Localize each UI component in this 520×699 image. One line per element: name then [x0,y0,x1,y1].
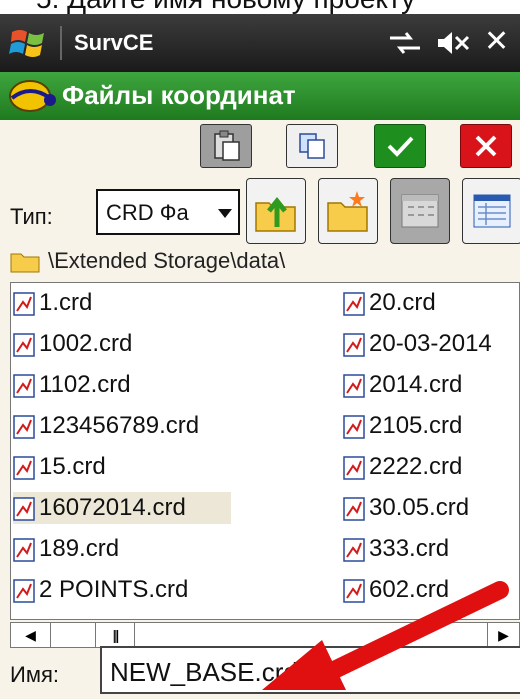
folder-up-icon [255,196,296,232]
copy-button[interactable] [286,124,338,168]
surveyor-helmet-icon [9,80,56,112]
crd-file-icon [343,456,365,480]
cancel-x-icon [475,135,497,157]
type-label: Тип: [10,204,53,229]
taskbar-separator [60,26,62,60]
file-name: 1.crd [39,289,93,316]
file-list-item[interactable]: 2222.crd [343,451,519,483]
taskbar: SurvCE ✕ [0,14,520,72]
scroll-thumb[interactable]: ||| [95,623,135,647]
list-view-icon [401,194,439,228]
file-list-item[interactable]: 15.crd [13,451,231,483]
file-list-item[interactable]: 2 POINTS.crd [13,574,231,606]
ok-check-icon [387,136,414,157]
file-list-item[interactable]: 602.crd [343,574,519,606]
chevron-down-icon [218,209,232,218]
file-list[interactable]: 1.crd 1002.crd 1102.crd 123456789.crd 15.crd… [10,282,520,620]
file-name: 189.crd [39,535,120,562]
new-folder-button[interactable] [318,178,378,244]
list-view-button[interactable] [390,178,450,244]
file-list-item[interactable]: 1102.crd [13,369,231,401]
file-name: 15.crd [39,453,106,480]
crd-file-icon [13,579,35,603]
file-name: 333.crd [369,535,450,562]
windows-flag-icon[interactable] [8,24,48,62]
crd-file-icon [343,374,365,398]
file-list-item[interactable]: 333.crd [343,533,519,565]
folder-up-button[interactable] [246,178,306,244]
crd-file-icon [13,415,35,439]
scroll-left-button[interactable]: ◀ [11,623,51,647]
file-name: 20-03-2014 [369,330,492,357]
volume-icon[interactable] [432,29,470,57]
taskbar-app-name[interactable]: SurvCE [74,30,153,56]
file-list-item[interactable]: 2105.crd [343,410,519,442]
crd-file-icon [343,497,365,521]
coordinate-files-dialog: Файлы координат Тип: CRD Фа \Extended St… [0,72,520,699]
scroll-left-icon: ◀ [25,626,36,643]
file-list-item[interactable]: 20-03-2014 [343,328,519,360]
cancel-button[interactable] [460,124,512,168]
crd-file-icon [343,333,365,357]
clipboard-paste-icon [214,130,240,161]
copy-icon [299,133,325,159]
file-name: 602.crd [369,576,450,603]
crd-file-icon [343,579,365,603]
crd-file-icon [343,538,365,562]
file-name-input[interactable]: NEW_BASE.crd [100,646,520,694]
file-list-item[interactable]: 189.crd [13,533,231,565]
file-list-item[interactable]: 1002.crd [13,328,231,360]
file-list-item[interactable]: 20.crd [343,287,519,319]
file-name: 1102.crd [39,371,131,398]
path-text: \Extended Storage\data\ [48,248,286,273]
file-name: 1002.crd [39,330,133,357]
file-name: 30.05.crd [369,494,470,521]
detail-view-icon [473,194,511,228]
file-list-item[interactable]: 123456789.crd [13,410,231,442]
caption-text: 5. Дайте имя новому проекту [36,0,415,14]
file-list-item[interactable]: 30.05.crd [343,492,519,524]
file-list-item[interactable]: 2014.crd [343,369,519,401]
window-titlebar: Файлы координат [0,72,520,120]
file-name: 20.crd [369,289,436,316]
crd-file-icon [13,374,35,398]
crd-file-icon [13,456,35,480]
file-list-item[interactable]: 1.crd [13,287,231,319]
file-name: 2014.crd [369,371,463,398]
name-label: Имя: [10,662,59,687]
ok-button[interactable] [374,124,426,168]
crd-file-icon [343,292,365,316]
detail-view-button[interactable] [462,178,520,244]
file-type-select[interactable]: CRD Фа [96,189,240,235]
crd-file-icon [13,497,35,521]
file-name: 16072014.crd [39,494,186,521]
file-list-item[interactable]: 16072014.crd [13,492,231,524]
crd-file-icon [13,538,35,562]
scroll-right-button[interactable]: ▶ [487,623,519,647]
close-icon[interactable]: ✕ [484,24,509,59]
current-path: \Extended Storage\data\ [0,246,520,280]
horizontal-scrollbar[interactable]: ◀ ||| ▶ [10,622,520,648]
file-name: 2222.crd [369,453,463,480]
crd-file-icon [343,415,365,439]
file-name: 2 POINTS.crd [39,576,189,603]
connection-icon[interactable] [388,30,422,56]
cropped-caption: 5. Дайте имя новому проекту [0,0,520,14]
crd-file-icon [13,292,35,316]
file-name-value: NEW_BASE.crd [110,657,298,687]
clipboard-paste-button[interactable] [200,124,252,168]
new-folder-icon [327,191,368,232]
scroll-thumb-grip-icon: ||| [112,627,120,643]
folder-icon [10,253,40,273]
file-name: 123456789.crd [39,412,200,439]
scroll-right-icon: ▶ [498,626,509,643]
window-title: Файлы координат [62,80,296,110]
file-type-value: CRD Фа [106,200,189,225]
crd-file-icon [13,333,35,357]
file-name: 2105.crd [369,412,463,439]
